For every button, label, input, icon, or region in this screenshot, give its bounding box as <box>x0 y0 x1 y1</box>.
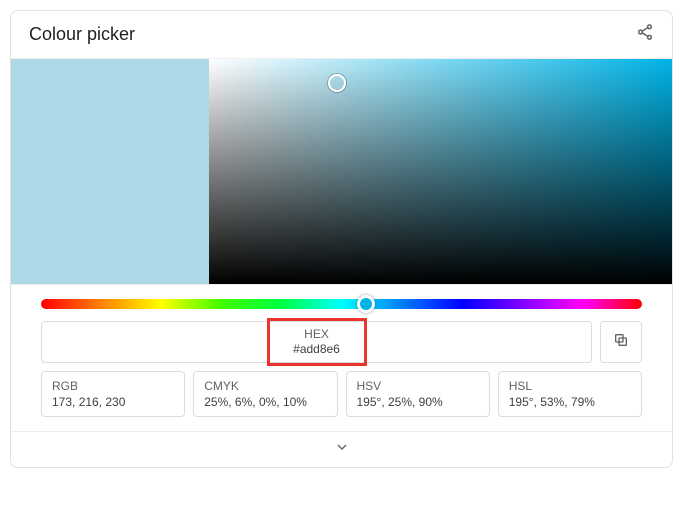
picker-area <box>11 58 672 285</box>
rgb-label: RGB <box>52 378 174 394</box>
hsv-value: 195°, 25%, 90% <box>357 394 479 410</box>
cmyk-label: CMYK <box>204 378 326 394</box>
hue-slider-wrap <box>11 285 672 319</box>
hsl-label: HSL <box>509 378 631 394</box>
hsl-value: 195°, 53%, 79% <box>509 394 631 410</box>
rgb-value: 173, 216, 230 <box>52 394 174 410</box>
copy-icon <box>613 332 629 353</box>
header: Colour picker <box>11 11 672 58</box>
hue-thumb[interactable] <box>357 295 375 313</box>
copy-button[interactable] <box>600 321 642 363</box>
hex-input[interactable]: HEX #add8e6 <box>41 321 592 363</box>
page-title: Colour picker <box>29 24 135 45</box>
format-hsl[interactable]: HSL 195°, 53%, 79% <box>498 371 642 417</box>
format-cmyk[interactable]: CMYK 25%, 6%, 0%, 10% <box>193 371 337 417</box>
hsv-label: HSV <box>357 378 479 394</box>
chevron-down-icon <box>334 439 350 460</box>
hex-value: #add8e6 <box>293 342 340 357</box>
share-icon[interactable] <box>636 23 654 46</box>
hex-label: HEX <box>293 327 340 342</box>
hue-slider[interactable] <box>41 299 642 309</box>
format-rgb[interactable]: RGB 173, 216, 230 <box>41 371 185 417</box>
formats-row: RGB 173, 216, 230 CMYK 25%, 6%, 0%, 10% … <box>11 369 672 431</box>
expand-button[interactable] <box>11 431 672 467</box>
saturation-value-area[interactable] <box>209 59 672 284</box>
hex-row: HEX #add8e6 <box>11 319 672 369</box>
colour-swatch <box>11 59 209 284</box>
format-hsv[interactable]: HSV 195°, 25%, 90% <box>346 371 490 417</box>
cmyk-value: 25%, 6%, 0%, 10% <box>204 394 326 410</box>
sv-cursor[interactable] <box>328 74 346 92</box>
colour-picker-card: Colour picker HEX #add8e6 <box>10 10 673 468</box>
